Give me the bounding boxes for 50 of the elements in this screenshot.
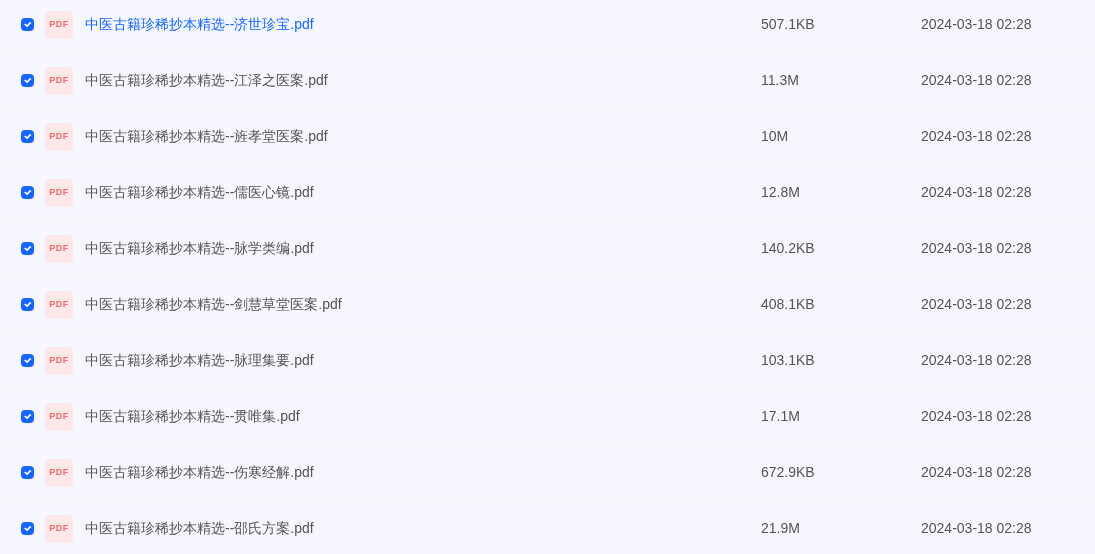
file-size: 140.2KB <box>761 240 815 256</box>
pdf-icon: PDF <box>45 10 73 39</box>
file-size: 408.1KB <box>761 296 815 312</box>
checkbox[interactable] <box>21 186 34 199</box>
file-name[interactable]: 中医古籍珍稀抄本精选--儒医心镜.pdf <box>85 184 314 200</box>
file-name[interactable]: 中医古籍珍稀抄本精选--脉学类编.pdf <box>85 240 314 256</box>
checkbox[interactable] <box>21 130 34 143</box>
file-size: 11.3M <box>761 72 799 88</box>
file-date: 2024-03-18 02:28 <box>921 127 1032 146</box>
file-name[interactable]: 中医古籍珍稀抄本精选--邵氏方案.pdf <box>85 520 314 536</box>
checkbox[interactable] <box>21 298 34 311</box>
file-name[interactable]: 中医古籍珍稀抄本精选--贯唯集.pdf <box>85 408 300 424</box>
file-date: 2024-03-18 02:28 <box>921 15 1032 34</box>
pdf-icon: PDF <box>45 66 73 95</box>
file-size: 672.9KB <box>761 464 815 480</box>
file-name[interactable]: 中医古籍珍稀抄本精选--伤寒经解.pdf <box>85 464 314 480</box>
pdf-icon: PDF <box>45 234 73 263</box>
file-name[interactable]: 中医古籍珍稀抄本精选--脉理集要.pdf <box>85 352 314 368</box>
file-size: 10M <box>761 128 789 144</box>
checkbox[interactable] <box>21 354 34 367</box>
file-name[interactable]: 中医古籍珍稀抄本精选--旌孝堂医案.pdf <box>85 128 328 144</box>
pdf-icon: PDF <box>45 458 73 487</box>
file-size: 103.1KB <box>761 352 815 368</box>
file-size: 21.9M <box>761 520 800 536</box>
pdf-icon: PDF <box>45 514 73 543</box>
file-date: 2024-03-18 02:28 <box>921 351 1032 370</box>
file-date: 2024-03-18 02:28 <box>921 183 1032 202</box>
checkbox[interactable] <box>21 18 34 31</box>
file-date: 2024-03-18 02:28 <box>921 519 1032 538</box>
checkbox[interactable] <box>21 522 34 535</box>
pdf-icon: PDF <box>45 178 73 207</box>
file-name[interactable]: 中医古籍珍稀抄本精选--济世珍宝.pdf <box>85 16 314 32</box>
file-size: 12.8M <box>761 184 800 200</box>
checkbox[interactable] <box>21 242 34 255</box>
file-date: 2024-03-18 02:28 <box>921 295 1032 314</box>
file-date: 2024-03-18 02:28 <box>921 71 1032 90</box>
checkbox[interactable] <box>21 466 34 479</box>
pdf-icon: PDF <box>45 402 73 431</box>
checkbox[interactable] <box>21 410 34 423</box>
file-size: 507.1KB <box>761 16 815 32</box>
file-date: 2024-03-18 02:28 <box>921 239 1032 258</box>
checkbox[interactable] <box>21 74 34 87</box>
pdf-icon: PDF <box>45 346 73 375</box>
file-size: 17.1M <box>761 408 800 424</box>
file-date: 2024-03-18 02:28 <box>921 463 1032 482</box>
file-date: 2024-03-18 02:28 <box>921 407 1032 426</box>
pdf-icon: PDF <box>45 122 73 151</box>
file-name[interactable]: 中医古籍珍稀抄本精选--江泽之医案.pdf <box>85 72 328 88</box>
pdf-icon: PDF <box>45 290 73 319</box>
file-name[interactable]: 中医古籍珍稀抄本精选--剑慧草堂医案.pdf <box>85 296 342 312</box>
